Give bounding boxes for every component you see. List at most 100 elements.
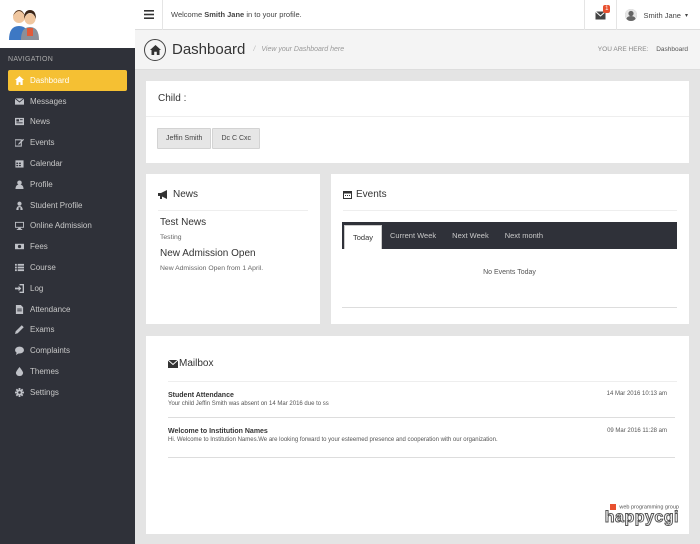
- breadcrumb-label: YOU ARE HERE:: [597, 46, 649, 53]
- child-button-dc-c-cxc[interactable]: Dc C Cxc: [212, 128, 261, 149]
- news-panel-title: News: [158, 189, 308, 211]
- sidebar-item-complaints[interactable]: Complaints: [0, 340, 135, 361]
- news-title-text: News: [173, 189, 199, 200]
- mailbox-panel: Mailbox Student Attendance Your child Je…: [146, 336, 689, 534]
- tab-current-week[interactable]: Current Week: [382, 222, 444, 249]
- page-header: Dashboard / View your Dashboard here YOU …: [135, 30, 700, 70]
- sidebar-item-attendance[interactable]: Attendance: [0, 299, 135, 320]
- mail-body: Your child Jeffin Smith was absent on 14…: [168, 401, 329, 407]
- page-subtitle: / View your Dashboard here: [253, 46, 344, 53]
- news-item-title[interactable]: New Admission Open: [160, 248, 320, 259]
- sidebar-item-label: Profile: [30, 179, 53, 189]
- sidebar-item-label: Student Profile: [30, 200, 83, 210]
- sidebar-item-label: Course: [30, 263, 56, 273]
- sidebar-item-log[interactable]: Log: [0, 278, 135, 299]
- child-panel: Child : Jeffin Smith Dc C Cxc: [146, 81, 689, 163]
- calendar-icon: [14, 159, 24, 169]
- mail-date: 09 Mar 2016 11:28 am: [607, 428, 667, 434]
- sidebar-item-label: News: [30, 117, 51, 127]
- dashboard-home-icon: [144, 38, 166, 61]
- nav-list: Dashboard Messages News Events Calendar Profi…: [0, 70, 135, 403]
- file-icon: [14, 304, 24, 314]
- bullhorn-icon: [158, 190, 167, 199]
- sidebar-item-label: Events: [30, 138, 55, 148]
- sidebar-item-profile[interactable]: Profile: [0, 174, 135, 195]
- sidebar-item-student-profile[interactable]: Student Profile: [0, 195, 135, 216]
- tint-icon: [14, 367, 24, 377]
- nav-header: NAVIGATION: [8, 56, 54, 63]
- watermark-logo: web programming group happycgi: [604, 503, 679, 526]
- home-icon: [14, 75, 24, 85]
- calendar-icon: [343, 191, 352, 199]
- news-item-title[interactable]: Test News: [160, 217, 320, 228]
- sidebar-item-messages[interactable]: Messages: [0, 91, 135, 112]
- sidebar-item-settings[interactable]: Settings: [0, 382, 135, 403]
- breadcrumb: YOU ARE HERE: Dashboard: [598, 46, 688, 53]
- breadcrumb-current[interactable]: Dashboard: [656, 46, 688, 53]
- user-silhouette-icon: [625, 9, 638, 21]
- list-icon: [14, 263, 24, 273]
- logo[interactable]: [0, 0, 135, 48]
- sidebar-item-news[interactable]: News: [0, 112, 135, 133]
- sidebar-item-label: Exams: [30, 325, 55, 335]
- sidebar-item-label: Complaints: [30, 346, 71, 356]
- news-panel: News Test News Testing New Admission Ope…: [146, 174, 320, 324]
- mail-row[interactable]: Student Attendance Your child Jeffin Smi…: [168, 384, 675, 418]
- gear-icon: [14, 387, 24, 397]
- divider: [342, 307, 677, 308]
- hamburger-icon: [143, 10, 154, 19]
- account-name: Smith Jane: [643, 10, 681, 20]
- sidebar-item-online-admission[interactable]: Online Admission: [0, 216, 135, 237]
- events-title-text: Events: [356, 189, 387, 200]
- topbar-right: 1 Smith Jane ▾: [584, 0, 700, 30]
- sidebar-item-label: Messages: [30, 96, 67, 106]
- avatar: [625, 9, 638, 21]
- tab-next-month[interactable]: Next month: [497, 222, 551, 249]
- mail-date: 14 Mar 2016 10:13 am: [606, 391, 667, 397]
- sidebar: NAVIGATION Dashboard Messages News Events Ca…: [0, 0, 135, 544]
- no-events-message: No Events Today: [483, 269, 536, 276]
- events-panel-title: Events: [343, 189, 677, 211]
- sidebar-item-label: Dashboard: [30, 75, 70, 85]
- mail-body: Hi. Welcome to Institution Names.We are …: [168, 437, 498, 443]
- sidebar-item-label: Attendance: [30, 304, 71, 314]
- sidebar-item-exams[interactable]: Exams: [0, 320, 135, 341]
- sidebar-item-label: Fees: [30, 242, 48, 252]
- sidebar-item-label: Calendar: [30, 159, 63, 169]
- sidebar-item-label: Online Admission: [30, 221, 92, 231]
- tab-today[interactable]: Today: [344, 225, 383, 249]
- envelope-icon: [14, 96, 24, 106]
- signin-icon: [14, 283, 24, 293]
- welcome-message: Welcome Smith Jane in to your profile.: [163, 10, 302, 19]
- watermark-brand-text: happycgi: [604, 509, 679, 526]
- notifications-button[interactable]: 1: [584, 0, 616, 30]
- sidebar-item-events[interactable]: Events: [0, 132, 135, 153]
- tab-next-week[interactable]: Next Week: [444, 222, 497, 249]
- news-item-desc: New Admission Open from 1 April.: [160, 265, 264, 272]
- sidebar-item-dashboard[interactable]: Dashboard: [8, 70, 127, 91]
- sidebar-item-themes[interactable]: Themes: [0, 361, 135, 382]
- welcome-user: Smith Jane: [204, 10, 245, 19]
- mail-row[interactable]: Welcome to Institution Names Hi. Welcome…: [168, 418, 675, 458]
- events-panel: Events Today Current Week Next Week Next…: [331, 174, 689, 324]
- menu-toggle-button[interactable]: [135, 0, 163, 30]
- desktop-icon: [14, 221, 24, 231]
- sidebar-item-course[interactable]: Course: [0, 257, 135, 278]
- notification-badge: 1: [603, 5, 611, 13]
- newspaper-icon: [14, 117, 24, 127]
- topbar: Welcome Smith Jane in to your profile. 1…: [135, 0, 700, 30]
- user-menu[interactable]: Smith Jane ▾: [616, 0, 700, 30]
- comment-icon: [14, 346, 24, 356]
- events-tabs: Today Current Week Next Week Next month: [342, 222, 677, 249]
- child-button-jeffin-smith[interactable]: Jeffin Smith: [157, 128, 212, 149]
- edit-icon: [14, 138, 24, 148]
- sidebar-item-calendar[interactable]: Calendar: [0, 153, 135, 174]
- sidebar-item-fees[interactable]: Fees: [0, 236, 135, 257]
- envelope-icon: [168, 359, 178, 368]
- subtitle-text: View your Dashboard here: [261, 46, 345, 53]
- caret-down-icon: ▾: [684, 12, 688, 19]
- student-icon: [14, 200, 24, 210]
- mailbox-panel-title: Mailbox: [168, 358, 677, 382]
- pencil-icon: [14, 325, 24, 335]
- sidebar-item-label: Log: [30, 283, 44, 293]
